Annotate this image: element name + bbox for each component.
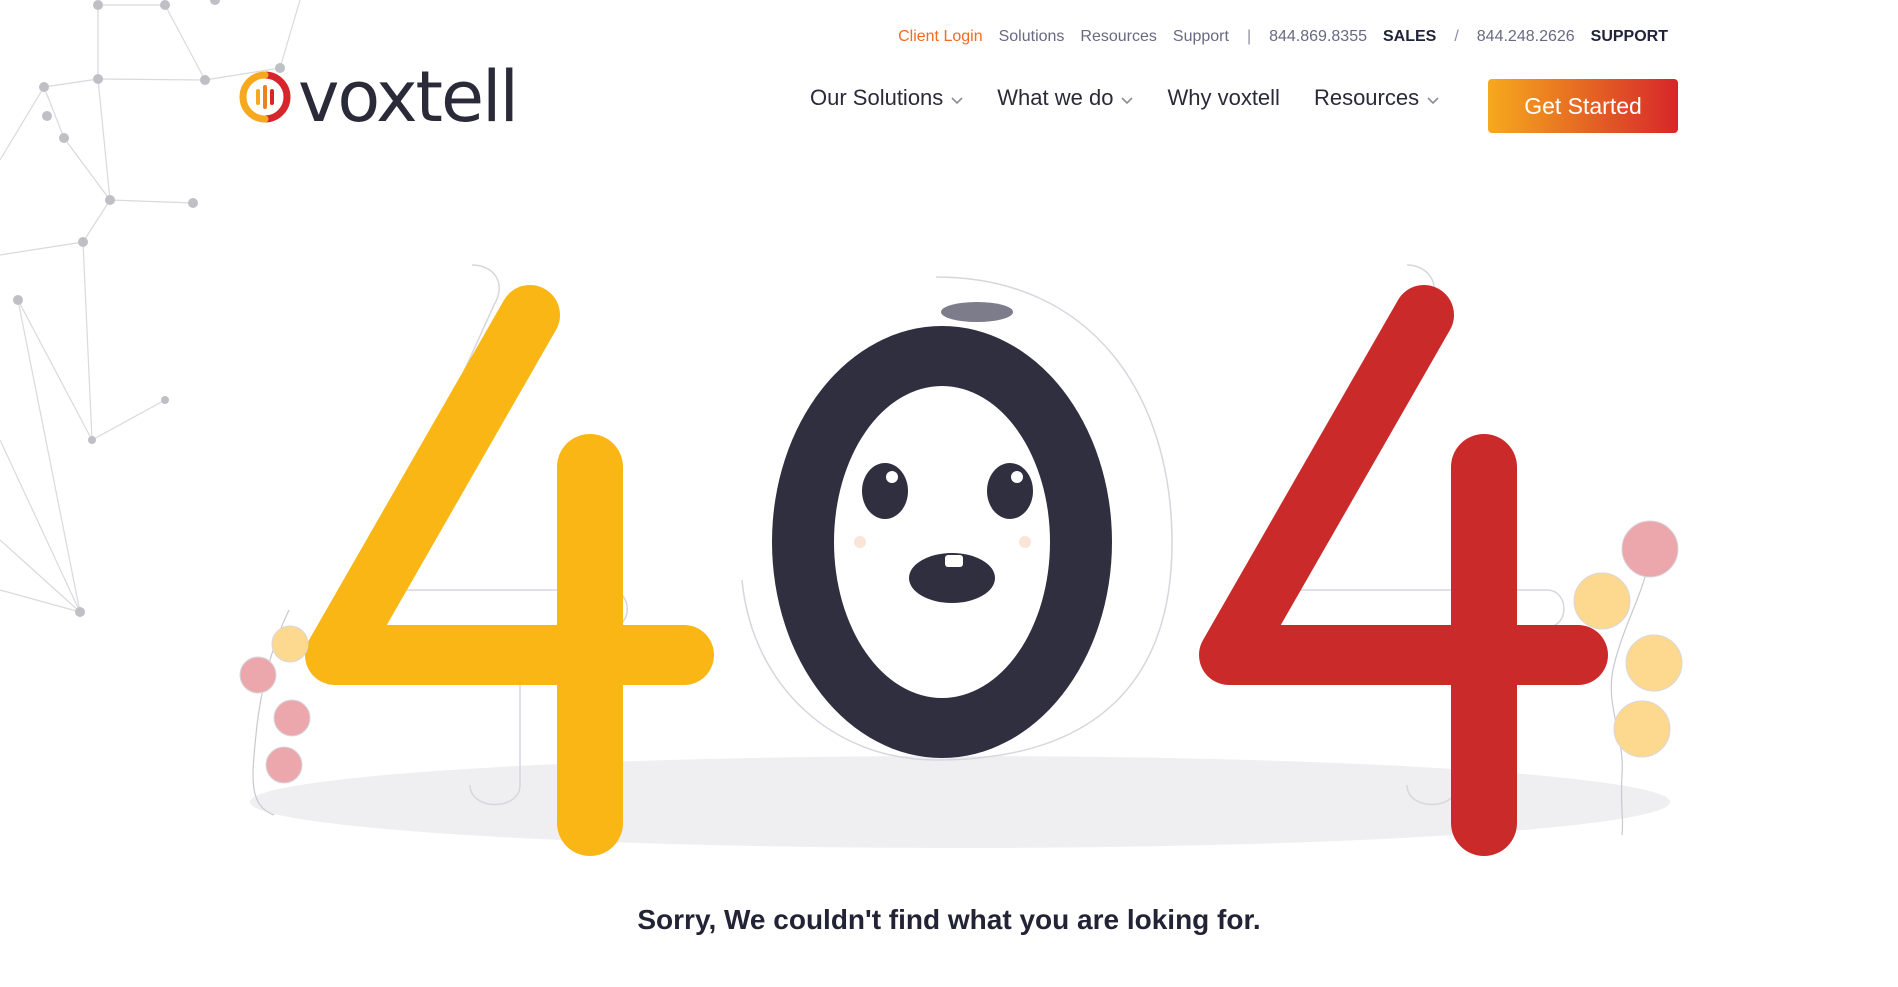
phone-separator: / xyxy=(1454,28,1459,45)
support-phone-link[interactable]: 844.248.2626 xyxy=(1477,28,1575,46)
nav-resources-label: Resources xyxy=(1313,85,1420,110)
left-balloons xyxy=(239,609,311,816)
not-found-message: Sorry, We couldn't find what you are lok… xyxy=(637,904,1261,935)
nav-our-solutions[interactable]: Our Solutions xyxy=(810,85,963,111)
digit-4-right xyxy=(1199,285,1608,685)
support-label: SUPPORT xyxy=(1590,28,1668,45)
chevron-down-icon xyxy=(951,97,963,105)
main-navigation: Our Solutions What we do Why voxtell Res… xyxy=(810,85,1439,111)
nav-resources[interactable]: Resources xyxy=(1314,85,1439,111)
chevron-down-icon xyxy=(1121,97,1134,105)
chevron-down-icon xyxy=(1427,97,1439,105)
voxtell-logo-icon xyxy=(239,71,291,123)
sales-phone-link[interactable]: 844.869.8355 xyxy=(1269,28,1367,46)
resources-link[interactable]: Resources xyxy=(1080,28,1156,46)
nav-why-voxtell-label: Why voxtell xyxy=(1167,85,1280,110)
digit-4-left xyxy=(305,285,714,685)
client-login-link[interactable]: Client Login xyxy=(898,28,983,46)
solutions-link[interactable]: Solutions xyxy=(999,28,1065,46)
nav-what-we-do-label: What we do xyxy=(997,85,1114,110)
get-started-button[interactable]: Get Started xyxy=(1488,79,1678,133)
logo-wordmark: voxtell xyxy=(298,56,519,138)
error-404-illustration xyxy=(239,264,1683,856)
sales-label: SALES xyxy=(1382,28,1437,45)
nav-what-we-do[interactable]: What we do xyxy=(997,85,1134,111)
utility-separator: | xyxy=(1246,28,1252,45)
voxtell-logo[interactable]: voxtell xyxy=(238,56,519,138)
nav-why-voxtell[interactable]: Why voxtell xyxy=(1167,85,1279,111)
utility-navigation: Client Login Solutions Resources Support… xyxy=(898,28,1668,46)
support-link[interactable]: Support xyxy=(1173,28,1229,46)
nav-our-solutions-label: Our Solutions xyxy=(810,85,944,110)
